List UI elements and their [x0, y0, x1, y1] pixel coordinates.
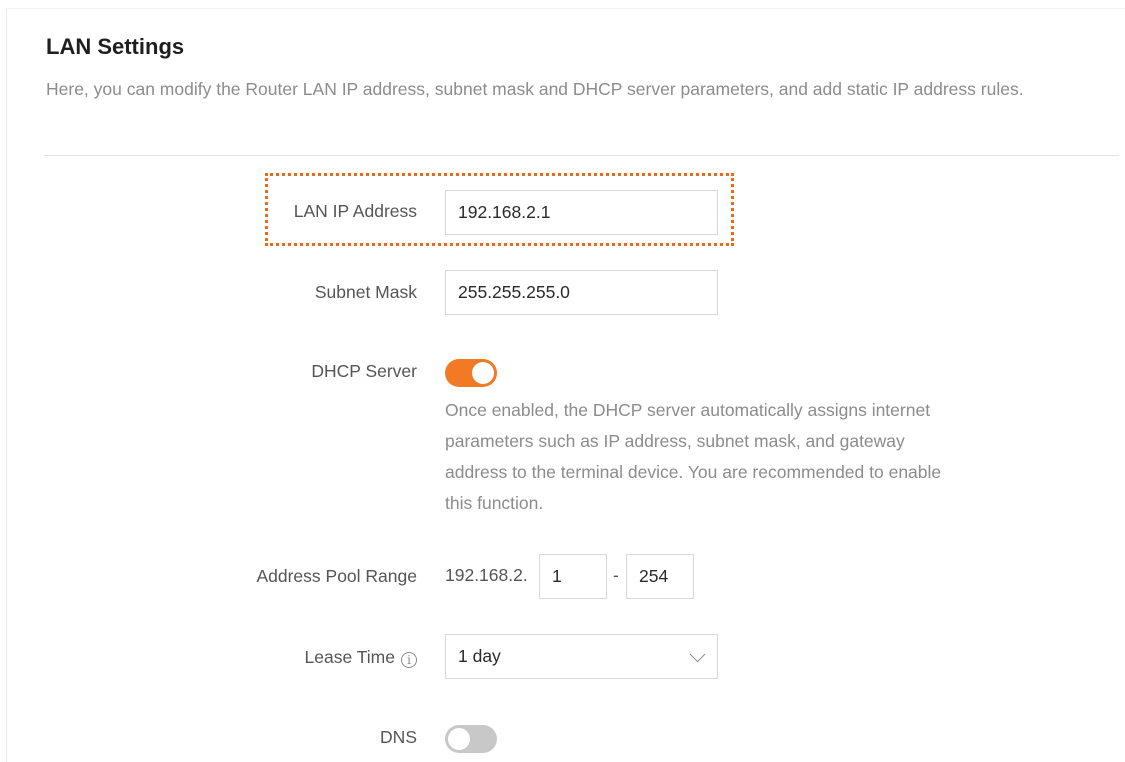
page-description: Here, you can modify the Router LAN IP a… [46, 79, 1024, 99]
dns-toggle[interactable] [445, 725, 497, 753]
address-pool-separator: - [613, 565, 619, 585]
dns-label: DNS [380, 727, 417, 747]
address-pool-start-value: 1 [552, 566, 562, 586]
subnet-mask-label: Subnet Mask [314, 282, 417, 302]
address-pool-start-input[interactable]: 1 [539, 554, 607, 599]
lan-ip-label: LAN IP Address [293, 201, 417, 221]
address-pool-end-input[interactable]: 254 [626, 554, 694, 599]
address-pool-label: Address Pool Range [256, 566, 417, 586]
lease-time-label: Lease Time [304, 647, 395, 667]
lease-time-select[interactable]: 1 day [445, 634, 718, 679]
dhcp-server-label: DHCP Server [311, 361, 417, 381]
subnet-mask-input[interactable]: 255.255.255.0 [445, 270, 718, 315]
chevron-down-icon [689, 646, 706, 663]
lan-ip-input[interactable]: 192.168.2.1 [445, 190, 718, 235]
lan-ip-value: 192.168.2.1 [458, 202, 551, 222]
toggle-knob [448, 728, 470, 750]
info-circle-icon[interactable]: i [401, 652, 417, 668]
dhcp-server-toggle[interactable] [445, 359, 497, 387]
address-pool-end-value: 254 [639, 566, 669, 586]
toggle-knob [472, 362, 494, 384]
divider [44, 155, 1119, 156]
lease-time-value: 1 day [458, 646, 501, 666]
lease-time-label-row: Lease Time i [117, 647, 417, 668]
page-title: LAN Settings [46, 34, 185, 59]
subnet-mask-value: 255.255.255.0 [458, 282, 570, 302]
dhcp-server-hint: Once enabled, the DHCP server automatica… [445, 400, 942, 513]
address-pool-prefix: 192.168.2. [445, 565, 528, 585]
